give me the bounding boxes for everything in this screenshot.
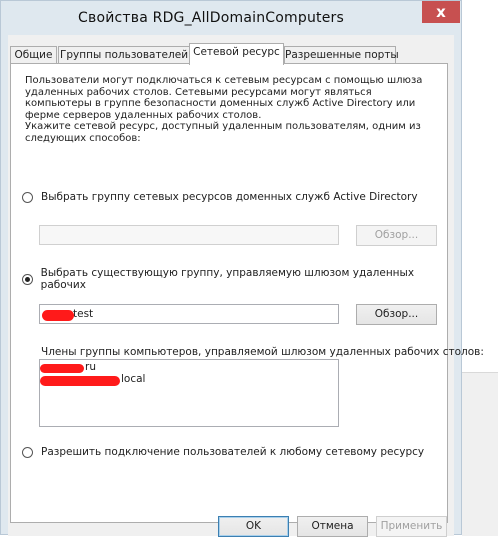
description-text: Пользователи могут подключаться к сетевы…: [25, 75, 423, 144]
member-item-2: local: [121, 373, 146, 385]
existing-group-browse-button[interactable]: Обзор...: [356, 304, 437, 325]
existing-group-radio[interactable]: [22, 273, 33, 285]
tab-strip: Общие Группы пользователей Сетевой ресур…: [8, 43, 454, 65]
members-list[interactable]: ru local: [39, 359, 339, 427]
network-resource-panel: Пользователи могут подключаться к сетевы…: [10, 63, 484, 523]
ad-group-option[interactable]: Выбрать группу сетевых ресурсов доменных…: [22, 191, 418, 203]
redaction-mark: [42, 310, 74, 321]
any-resource-label: Разрешить подключение пользователей к лю…: [41, 446, 425, 458]
background-window: [462, 372, 498, 536]
redaction-mark: [40, 376, 120, 386]
members-label: Члены группы компьютеров, управляемой шл…: [41, 346, 484, 358]
apply-button[interactable]: Применить: [376, 516, 447, 537]
ok-button[interactable]: OK: [218, 516, 289, 537]
ad-group-label: Выбрать группу сетевых ресурсов доменных…: [41, 191, 418, 203]
member-item-1: ru: [85, 361, 96, 373]
ad-group-field: [39, 225, 339, 245]
ad-group-browse-button[interactable]: Обзор...: [356, 225, 437, 246]
redaction-mark: [40, 364, 84, 373]
properties-dialog: Свойства RDG_AllDomainComputers x Общие …: [0, 0, 484, 537]
existing-group-option[interactable]: Выбрать существующую группу, управляемую…: [22, 267, 447, 291]
existing-group-label: Выбрать существующую группу, управляемую…: [40, 267, 415, 291]
existing-group-field[interactable]: test: [39, 304, 339, 324]
any-resource-radio[interactable]: [22, 446, 33, 458]
tab-user-groups[interactable]: Группы пользователей: [58, 46, 190, 64]
window-title: Свойства RDG_AllDomainComputers: [78, 10, 344, 26]
cancel-button[interactable]: Отмена: [297, 516, 368, 537]
close-button[interactable]: x: [422, 1, 460, 23]
title-bar[interactable]: Свойства RDG_AllDomainComputers x: [1, 1, 461, 35]
existing-group-value: test: [73, 308, 94, 320]
tab-general[interactable]: Общие: [10, 46, 57, 64]
dialog-body: Общие Группы пользователей Сетевой ресур…: [8, 35, 484, 537]
tab-allowed-ports[interactable]: Разрешенные порты: [284, 46, 399, 64]
tab-network-resource[interactable]: Сетевой ресурс: [189, 43, 284, 65]
ad-group-radio[interactable]: [22, 191, 33, 203]
any-resource-option[interactable]: Разрешить подключение пользователей к лю…: [22, 446, 424, 458]
